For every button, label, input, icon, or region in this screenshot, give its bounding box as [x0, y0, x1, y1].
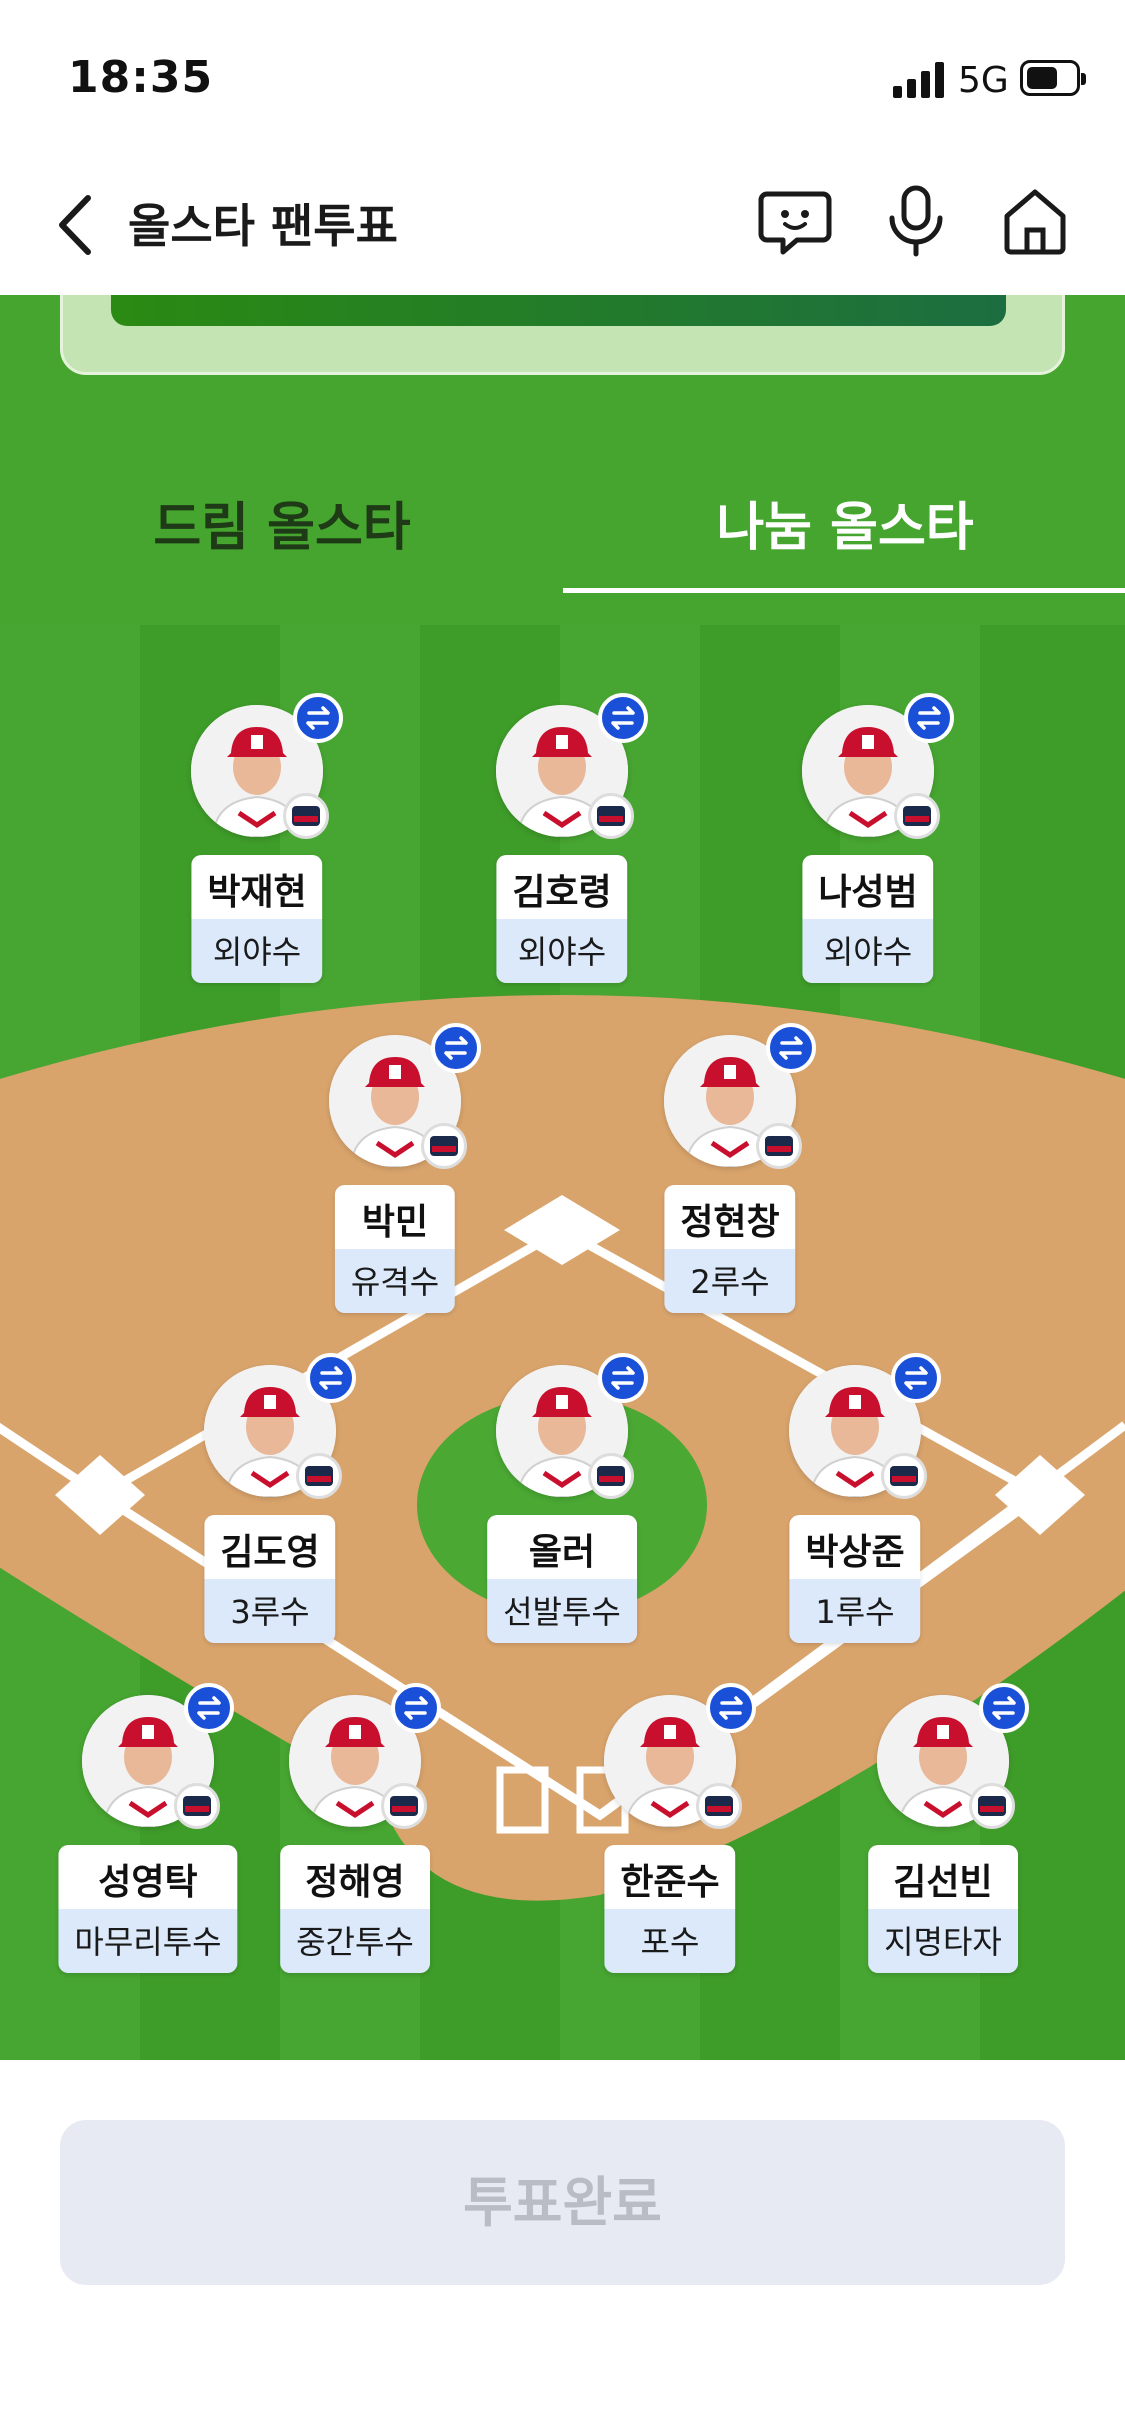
player-name: 박민: [334, 1185, 456, 1249]
player-name: 김호령: [496, 855, 628, 919]
team-logo-icon: [881, 1453, 927, 1499]
back-icon[interactable]: [48, 190, 108, 260]
player-position: 중간투수: [280, 1909, 430, 1973]
player-name: 올러: [487, 1515, 637, 1579]
swap-icon[interactable]: [293, 693, 343, 743]
team-logo-icon: [381, 1783, 427, 1829]
player-card: 한준수 포수: [604, 1845, 736, 1973]
player-position: 3루수: [204, 1579, 336, 1643]
swap-icon[interactable]: [391, 1683, 441, 1733]
player-slot[interactable]: 박상준 1루수: [750, 1353, 960, 1655]
status-time: 18:35: [68, 52, 214, 103]
player-slot[interactable]: 성영탁 마무리투수: [43, 1683, 253, 1985]
network-label: 5G: [958, 60, 1009, 101]
swap-icon[interactable]: [706, 1683, 756, 1733]
player-slot[interactable]: 정해영 중간투수: [250, 1683, 460, 1985]
tab-nanum-allstar[interactable]: 나눔 올스타: [635, 485, 1055, 560]
tab-selected-indicator: [563, 588, 1125, 593]
player-card: 올러 선발투수: [487, 1515, 637, 1643]
team-logo-icon: [969, 1783, 1015, 1829]
team-logo-icon: [588, 793, 634, 839]
swap-icon[interactable]: [979, 1683, 1029, 1733]
team-logo-icon: [283, 793, 329, 839]
page-title: 올스타 팬투표: [128, 199, 398, 253]
team-logo-icon: [894, 793, 940, 839]
player-slot[interactable]: 박재현 외야수: [152, 693, 362, 995]
player-position: 지명타자: [868, 1909, 1018, 1973]
player-position: 선발투수: [487, 1579, 637, 1643]
team-logo-icon: [696, 1783, 742, 1829]
player-name: 성영탁: [58, 1845, 238, 1909]
swap-icon[interactable]: [891, 1353, 941, 1403]
baseball-field: 드림 올스타 나눔 올스타 박재현 외야수 김호령 외야수 나성범 외야수 박민…: [0, 295, 1125, 2060]
player-card: 정해영 중간투수: [280, 1845, 430, 1973]
player-position: 외야수: [496, 919, 628, 983]
player-position: 2루수: [664, 1249, 796, 1313]
player-name: 정해영: [280, 1845, 430, 1909]
status-bar: 18:35 5G: [0, 0, 1125, 160]
swap-icon[interactable]: [431, 1023, 481, 1073]
chat-icon[interactable]: [755, 180, 835, 260]
team-logo-icon: [756, 1123, 802, 1169]
player-card: 정현창 2루수: [664, 1185, 796, 1313]
player-position: 외야수: [802, 919, 934, 983]
player-slot[interactable]: 김선빈 지명타자: [838, 1683, 1048, 1985]
player-card: 김호령 외야수: [496, 855, 628, 983]
player-slot[interactable]: 박민 유격수: [290, 1023, 500, 1325]
player-name: 박상준: [789, 1515, 921, 1579]
team-logo-icon: [421, 1123, 467, 1169]
top-banner: [60, 295, 1065, 375]
bottom-bar: 투표완료: [0, 2060, 1125, 2436]
swap-icon[interactable]: [904, 693, 954, 743]
swap-icon[interactable]: [306, 1353, 356, 1403]
player-card: 박재현 외야수: [191, 855, 323, 983]
player-card: 김선빈 지명타자: [868, 1845, 1018, 1973]
player-slot[interactable]: 김호령 외야수: [457, 693, 667, 995]
mic-icon[interactable]: [876, 180, 956, 260]
player-name: 김도영: [204, 1515, 336, 1579]
home-icon[interactable]: [995, 180, 1075, 260]
top-nav: 올스타 팬투표: [0, 160, 1125, 295]
player-name: 나성범: [802, 855, 934, 919]
player-slot[interactable]: 김도영 3루수: [165, 1353, 375, 1655]
swap-icon[interactable]: [598, 1353, 648, 1403]
tab-dream-allstar[interactable]: 드림 올스타: [72, 485, 492, 560]
player-slot[interactable]: 한준수 포수: [565, 1683, 775, 1985]
player-card: 박상준 1루수: [789, 1515, 921, 1643]
banner-bar: [111, 295, 1006, 326]
swap-icon[interactable]: [598, 693, 648, 743]
signal-icon: [893, 62, 945, 98]
player-slot[interactable]: 올러 선발투수: [457, 1353, 667, 1655]
swap-icon[interactable]: [184, 1683, 234, 1733]
player-slot[interactable]: 나성범 외야수: [763, 693, 973, 995]
player-slot[interactable]: 정현창 2루수: [625, 1023, 835, 1325]
vote-complete-button[interactable]: 투표완료: [60, 2120, 1065, 2285]
player-name: 박재현: [191, 855, 323, 919]
team-logo-icon: [296, 1453, 342, 1499]
player-card: 박민 유격수: [334, 1185, 456, 1313]
team-logo-icon: [174, 1783, 220, 1829]
player-card: 성영탁 마무리투수: [58, 1845, 238, 1973]
player-name: 정현창: [664, 1185, 796, 1249]
player-card: 나성범 외야수: [802, 855, 934, 983]
player-card: 김도영 3루수: [204, 1515, 336, 1643]
swap-icon[interactable]: [766, 1023, 816, 1073]
team-logo-icon: [588, 1453, 634, 1499]
battery-icon: [1020, 60, 1086, 96]
player-position: 포수: [604, 1909, 736, 1973]
player-position: 외야수: [191, 919, 323, 983]
player-position: 1루수: [789, 1579, 921, 1643]
player-position: 유격수: [334, 1249, 456, 1313]
player-position: 마무리투수: [58, 1909, 238, 1973]
player-name: 한준수: [604, 1845, 736, 1909]
player-name: 김선빈: [868, 1845, 1018, 1909]
